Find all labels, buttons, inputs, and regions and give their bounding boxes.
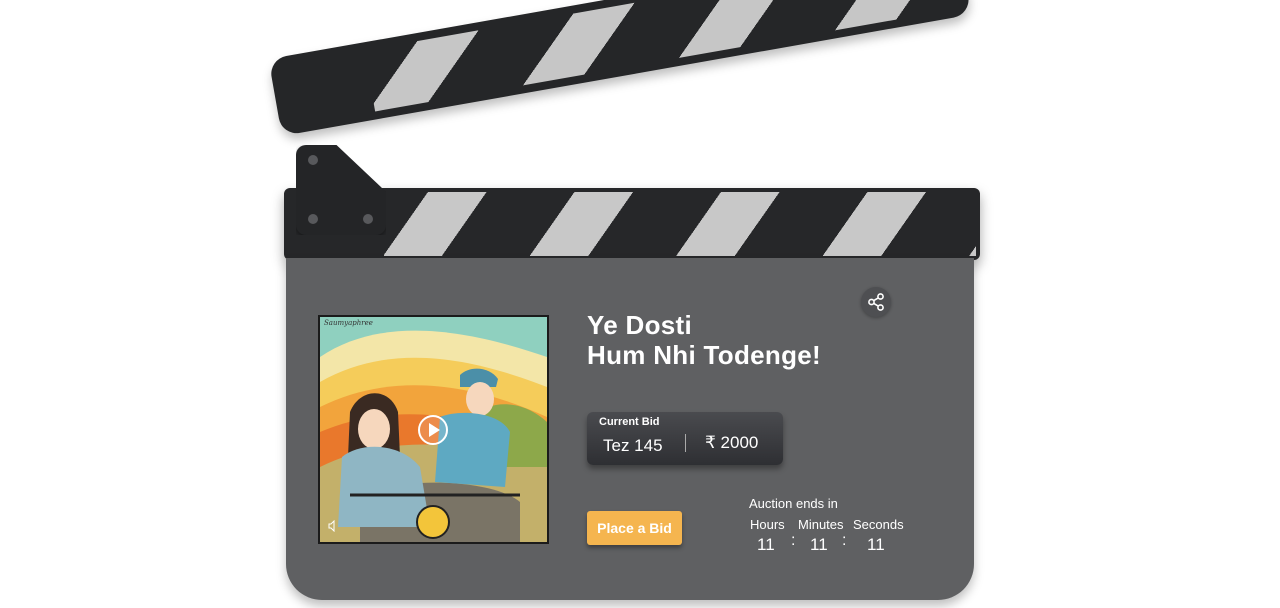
current-bid-card: Current Bid Tez 145 ₹ 2000 bbox=[587, 412, 783, 465]
place-bid-button[interactable]: Place a Bid bbox=[587, 511, 682, 545]
play-circle-icon[interactable] bbox=[418, 415, 448, 445]
hinge-bolt bbox=[308, 155, 318, 165]
clapper-lower-stick bbox=[284, 188, 980, 260]
current-bid-user: Tez 145 bbox=[603, 436, 663, 455]
countdown-separator: : bbox=[791, 532, 796, 549]
hours-value: 11 bbox=[757, 535, 775, 554]
auction-ends-heading: Auction ends in bbox=[749, 496, 838, 511]
minutes-value: 11 bbox=[810, 535, 828, 554]
share-button[interactable] bbox=[861, 287, 891, 317]
current-bid-label: Current Bid bbox=[599, 416, 660, 428]
countdown-separator: : bbox=[842, 532, 847, 549]
title-line-2: Hum Nhi Todenge! bbox=[587, 340, 821, 370]
share-icon bbox=[868, 293, 884, 311]
current-bid-amount: ₹ 2000 bbox=[705, 433, 759, 452]
page-title: Ye Dosti Hum Nhi Todenge! bbox=[587, 310, 821, 370]
minutes-label: Minutes bbox=[798, 517, 844, 532]
artwork-video[interactable]: Saumyaphree bbox=[318, 315, 549, 544]
clapper-top-stick bbox=[268, 0, 972, 136]
hinge-bolt bbox=[308, 214, 318, 224]
speaker-mute-icon[interactable] bbox=[328, 520, 342, 534]
clapper-lower-stripes bbox=[384, 192, 976, 256]
clapper-hinge bbox=[296, 145, 386, 235]
seconds-value: 11 bbox=[867, 535, 885, 554]
artist-signature: Saumyaphree bbox=[324, 319, 373, 327]
hinge-bolt bbox=[363, 214, 373, 224]
seconds-label: Seconds bbox=[853, 517, 904, 532]
title-line-1: Ye Dosti bbox=[587, 310, 692, 340]
clapper-top-stripes bbox=[364, 0, 963, 112]
hours-label: Hours bbox=[750, 517, 785, 532]
bid-divider bbox=[685, 434, 686, 452]
